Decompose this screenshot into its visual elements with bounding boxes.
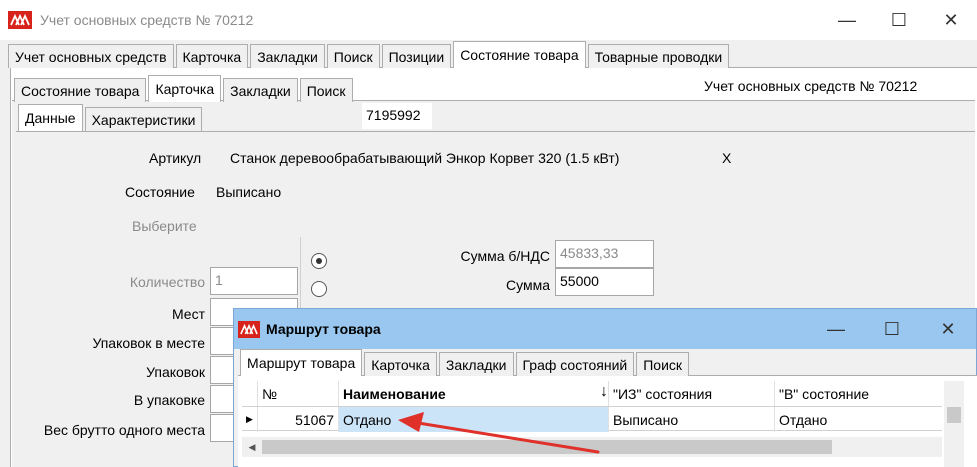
app-logo-icon xyxy=(8,11,32,29)
subtab-card[interactable]: Карточка xyxy=(148,75,222,102)
tab-card[interactable]: Карточка xyxy=(175,44,249,68)
grid-header-marker xyxy=(242,381,258,406)
radio-option-2[interactable] xyxy=(311,281,327,297)
state-label: Состояние xyxy=(125,184,195,200)
routetab-search[interactable]: Поиск xyxy=(636,352,690,376)
article-label: Артикул xyxy=(149,150,202,166)
radio-option-1[interactable] xyxy=(311,253,327,269)
sum-field[interactable]: 55000 xyxy=(555,268,654,296)
row-name[interactable]: Отдано xyxy=(339,407,609,432)
maximize-button[interactable]: ☐ xyxy=(873,0,925,40)
subtab-goods-state[interactable]: Состояние товара xyxy=(14,78,147,102)
packs-label: Упаковок xyxy=(146,364,205,380)
row-number[interactable]: 51067 xyxy=(258,407,339,432)
col-from-state[interactable]: "ИЗ" состояния xyxy=(609,381,775,406)
window-title: Учет основных средств № 70212 xyxy=(40,12,254,28)
divider xyxy=(300,237,301,317)
route-minimize-button[interactable]: — xyxy=(808,309,864,349)
article-value: Станок деревообрабатывающий Энкор Корвет… xyxy=(230,150,620,166)
table-row[interactable]: ▶ 51067 Отдано Выписано Отдано xyxy=(242,406,942,432)
choose-label: Выберите xyxy=(132,218,197,234)
row-marker-icon: ▶ xyxy=(242,407,258,432)
routetab-route[interactable]: Маршрут товара xyxy=(240,349,363,376)
route-title-bar: Маршрут товара — ☐ ✕ xyxy=(234,309,976,349)
quantity-field[interactable]: 1 xyxy=(210,267,298,295)
card-tab-bar: Данные Характеристики xyxy=(18,104,204,131)
subtab-search[interactable]: Поиск xyxy=(299,78,353,102)
header-right-label: Учет основных средств № 70212 xyxy=(704,78,918,94)
in-pack-label: В упаковке xyxy=(133,392,205,408)
row-from-state[interactable]: Выписано xyxy=(609,407,775,432)
close-button[interactable]: ✕ xyxy=(925,0,977,40)
tab-goods-state[interactable]: Состояние товара xyxy=(453,41,586,68)
minimize-button[interactable]: — xyxy=(821,0,873,40)
vertical-scroll-thumb[interactable] xyxy=(947,407,961,423)
packs-in-place-label: Упаковок в месте xyxy=(92,335,205,351)
tab-goods-postings[interactable]: Товарные проводки xyxy=(587,44,730,68)
title-bar: Учет основных средств № 70212 — ☐ ✕ xyxy=(0,0,977,40)
route-close-button[interactable]: ✕ xyxy=(920,309,976,349)
clear-article-button[interactable]: X xyxy=(722,150,731,166)
col-name[interactable]: Наименование ↓ xyxy=(339,381,609,406)
route-tab-bar: Маршрут товара Карточка Закладки Граф со… xyxy=(240,349,691,376)
route-maximize-button[interactable]: ☐ xyxy=(864,309,920,349)
sum-no-vat-label: Сумма б/НДС xyxy=(460,248,551,264)
row-to-state[interactable]: Отдано xyxy=(775,407,942,432)
tab-positions[interactable]: Позиции xyxy=(381,44,452,68)
route-logo-icon xyxy=(238,320,260,338)
cardtab-data[interactable]: Данные xyxy=(18,104,83,131)
gross-weight-label: Вес брутто одного места xyxy=(43,422,205,438)
col-number[interactable]: № xyxy=(258,381,339,406)
subtab-bookmarks[interactable]: Закладки xyxy=(223,78,298,102)
places-label: Мест xyxy=(171,306,205,322)
tab-bookmarks[interactable]: Закладки xyxy=(250,44,325,68)
col-to-state[interactable]: "В" состояние xyxy=(775,381,942,406)
main-tab-bar: Учет основных средств Карточка Закладки … xyxy=(8,41,731,68)
sub-tab-bar: Состояние товара Карточка Закладки Поиск xyxy=(14,75,355,102)
cardtab-characteristics[interactable]: Характеристики xyxy=(84,107,203,131)
quantity-label: Количество xyxy=(129,274,205,290)
sum-no-vat-field[interactable]: 45833,33 xyxy=(555,240,654,268)
sum-label: Сумма xyxy=(506,277,550,293)
card-id: 7195992 xyxy=(362,103,432,129)
tab-fixed-assets[interactable]: Учет основных средств xyxy=(8,44,174,68)
horizontal-scrollbar[interactable]: ◀ xyxy=(242,437,942,457)
route-window-title: Маршрут товара xyxy=(266,321,381,337)
routetab-bookmarks[interactable]: Закладки xyxy=(438,352,514,376)
sort-arrow-icon: ↓ xyxy=(600,383,608,400)
tab-search[interactable]: Поиск xyxy=(326,44,380,68)
state-value: Выписано xyxy=(216,184,282,200)
routetab-state-graph[interactable]: Граф состояний xyxy=(515,352,635,376)
scroll-left-icon[interactable]: ◀ xyxy=(244,439,260,455)
grid-header: № Наименование ↓ "ИЗ" состояния "В" сост… xyxy=(242,381,942,406)
col-name-label: Наименование xyxy=(343,385,446,402)
vertical-scrollbar[interactable] xyxy=(944,381,964,467)
routetab-card[interactable]: Карточка xyxy=(364,352,437,376)
horizontal-scroll-thumb[interactable] xyxy=(262,440,832,454)
